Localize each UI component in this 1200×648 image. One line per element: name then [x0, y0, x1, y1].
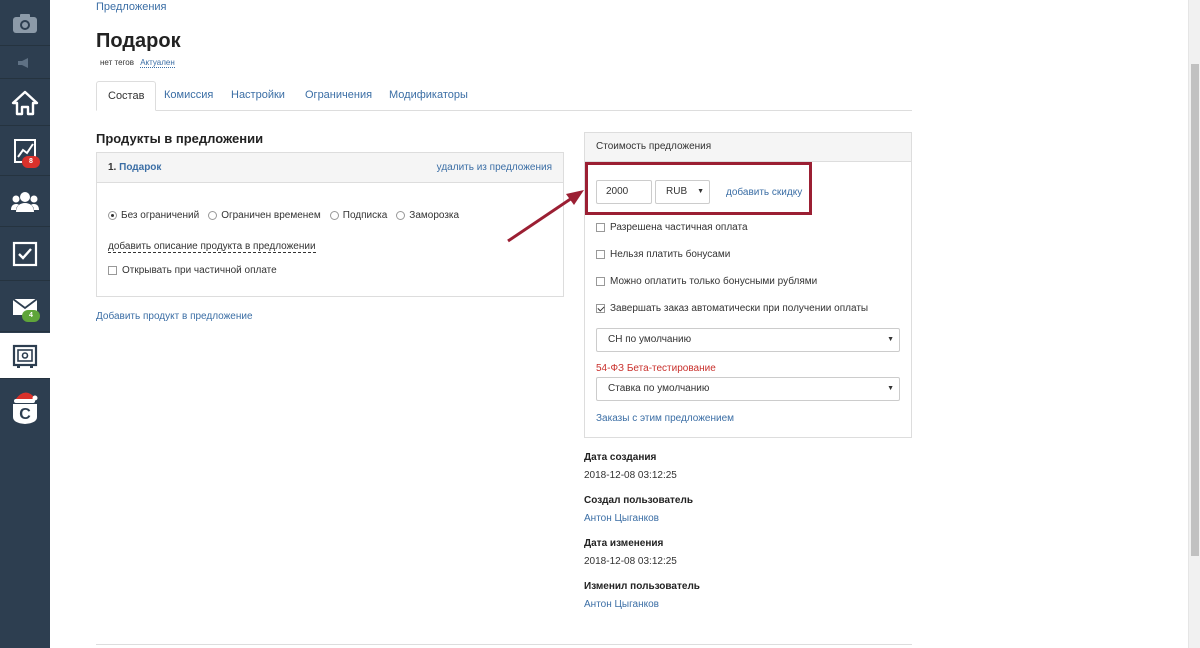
open-partial-row: Открывать при частичной оплате [108, 265, 277, 276]
tax-system-select[interactable]: СН по умолчанию ▼ [596, 328, 900, 352]
sidebar-item-stats[interactable]: 8 [0, 127, 50, 176]
product-number: 1. [108, 162, 117, 173]
sidebar-item-messages[interactable]: 4 [0, 282, 50, 332]
tab-bar: Состав Комиссия Настройки Ограничения Мо… [96, 81, 912, 111]
radio-label: Ограничен временем [221, 210, 321, 221]
logo-santa-icon: C [13, 392, 38, 424]
sidebar: 8 4 C [0, 0, 50, 648]
orders-with-offer-link[interactable]: Заказы с этим предложением [596, 413, 734, 424]
sidebar-item-home[interactable] [0, 80, 50, 126]
open-partial-label: Открывать при частичной оплате [122, 265, 277, 276]
product-header: 1. Подарок удалить из предложения [97, 153, 563, 183]
option-auto-complete: Завершать заказ автоматически при получе… [596, 303, 868, 314]
modified-date-value: 2018-12-08 03:12:25 [584, 556, 677, 567]
tax-system-value: СН по умолчанию [608, 334, 692, 345]
beta-label: 54-ФЗ Бета-тестирование [596, 363, 716, 374]
tab-restrictions[interactable]: Ограничения [294, 81, 383, 111]
svg-text:C: C [19, 406, 31, 423]
dropdown-caret-icon: ▼ [887, 336, 894, 343]
option-label: Разрешена частичная оплата [610, 222, 748, 233]
sidebar-item-tasks[interactable] [0, 228, 50, 281]
modifier-label: Изменил пользователь [584, 581, 700, 592]
tab-modifiers[interactable]: Модификаторы [378, 81, 479, 111]
tags-line: нет тегов Актуален [100, 58, 175, 68]
created-date-label: Дата создания [584, 452, 657, 463]
created-date-value: 2018-12-08 03:12:25 [584, 470, 677, 481]
no-bonus-checkbox[interactable] [596, 250, 605, 259]
limit-radio-group: Без ограничений Ограничен временем Подпи… [108, 210, 468, 221]
radio-label: Заморозка [409, 210, 460, 221]
partial-payment-checkbox[interactable] [596, 223, 605, 232]
users-icon [11, 191, 39, 212]
product-item-title: 1. Подарок [108, 162, 161, 173]
megaphone-icon [18, 57, 28, 68]
tab-composition[interactable]: Состав [96, 81, 157, 111]
camera-icon [13, 13, 37, 33]
open-partial-checkbox[interactable] [108, 266, 117, 275]
option-bonus-only: Можно оплатить только бонусными рублями [596, 276, 817, 287]
sidebar-item-announce[interactable] [0, 47, 50, 79]
vat-rate-select[interactable]: Ставка по умолчанию ▼ [596, 377, 900, 401]
product-name-link[interactable]: Подарок [119, 162, 161, 173]
status-link[interactable]: Актуален [140, 58, 175, 68]
annotation-highlight-box [585, 162, 812, 215]
add-product-link[interactable]: Добавить продукт в предложение [96, 311, 253, 322]
modifier-link[interactable]: Антон Цыганков [584, 599, 659, 610]
option-partial-payment: Разрешена частичная оплата [596, 222, 748, 233]
sidebar-item-logo[interactable]: C [0, 380, 50, 432]
vertical-scrollbar[interactable] [1188, 0, 1200, 648]
radio-label: Подписка [342, 210, 388, 221]
creator-link[interactable]: Антон Цыганков [584, 513, 659, 524]
radio-label: Без ограничений [121, 210, 200, 221]
dropdown-caret-icon: ▼ [887, 385, 894, 392]
messages-badge: 4 [22, 310, 40, 322]
radio-subscription[interactable] [329, 211, 339, 220]
bonus-only-checkbox[interactable] [596, 277, 605, 286]
home-icon [11, 90, 39, 115]
tags-text: нет тегов [100, 58, 134, 67]
auto-complete-checkbox[interactable] [596, 304, 605, 313]
creator-label: Создал пользователь [584, 495, 693, 506]
radio-no-limit[interactable] [108, 211, 117, 220]
page-title: Подарок [96, 30, 181, 52]
sidebar-item-users[interactable] [0, 177, 50, 227]
safe-icon [12, 344, 38, 368]
price-panel-header: Стоимость предложения [585, 133, 911, 162]
annotation-arrow [507, 190, 584, 243]
divider [96, 644, 912, 645]
vat-rate-value: Ставка по умолчанию [608, 383, 710, 394]
option-label: Завершать заказ автоматически при получе… [610, 303, 869, 314]
sidebar-item-camera[interactable] [0, 0, 50, 46]
option-label: Нельзя платить бонусами [610, 249, 731, 260]
option-label: Можно оплатить только бонусными рублями [610, 276, 818, 287]
products-section-title: Продукты в предложении [96, 131, 264, 146]
tab-commission[interactable]: Комиссия [153, 81, 224, 111]
scrollbar-thumb[interactable] [1191, 64, 1199, 556]
stats-badge: 8 [22, 156, 40, 168]
checkbox-icon [12, 241, 38, 267]
radio-time-limited[interactable] [208, 211, 218, 220]
add-description-link[interactable]: добавить описание продукта в предложении [108, 241, 316, 253]
tab-settings[interactable]: Настройки [220, 81, 296, 111]
breadcrumb-offers[interactable]: Предложения [96, 1, 167, 13]
option-no-bonus: Нельзя платить бонусами [596, 249, 730, 260]
product-panel: 1. Подарок удалить из предложения Без ог… [96, 152, 564, 297]
sidebar-item-sales[interactable] [0, 333, 50, 379]
remove-from-offer-link[interactable]: удалить из предложения [437, 162, 552, 173]
modified-date-label: Дата изменения [584, 538, 664, 549]
radio-freeze[interactable] [396, 211, 406, 220]
